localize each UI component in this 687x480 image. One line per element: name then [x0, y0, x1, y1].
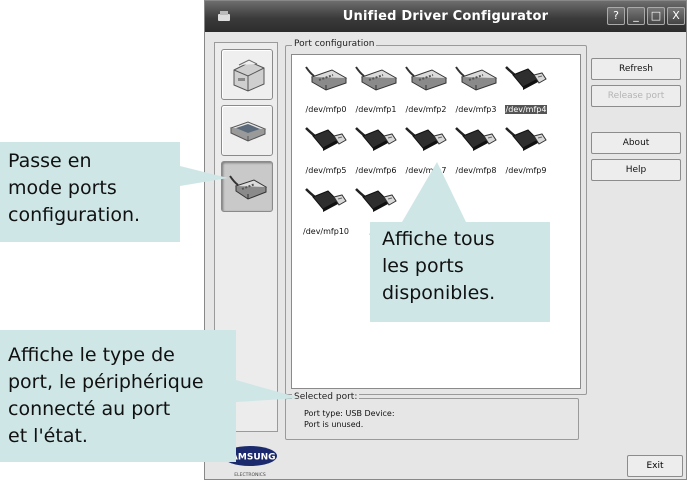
- type-callout-line: port, le périphérique: [8, 371, 204, 393]
- ports-callout-line: Affiche tous: [382, 228, 495, 250]
- mode-callout-line: mode ports: [8, 177, 117, 199]
- type-callout-pointer: [236, 380, 300, 402]
- ports-callout: Affiche tous les ports disponibles.: [370, 222, 550, 322]
- type-callout-line: et l'état.: [8, 425, 88, 447]
- mode-callout-line: configuration.: [8, 204, 141, 226]
- type-callout-line: Affiche le type de: [8, 344, 175, 366]
- type-callout: Affiche le type de port, le périphérique…: [0, 330, 236, 462]
- mode-callout-line: Passe en: [8, 150, 92, 172]
- type-callout-line: connecté au port: [8, 398, 171, 420]
- mode-callout-pointer: [180, 166, 228, 186]
- ports-callout-line: les ports: [382, 255, 464, 277]
- mode-callout: Passe en mode ports configuration.: [0, 142, 180, 242]
- ports-callout-pointer: [402, 162, 466, 222]
- ports-callout-line: disponibles.: [382, 282, 496, 304]
